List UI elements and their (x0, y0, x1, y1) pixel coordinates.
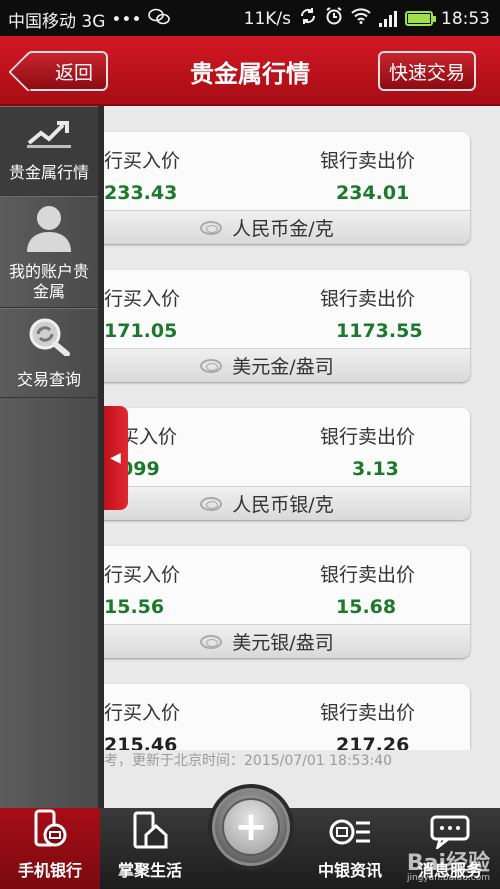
quote-card[interactable]: 行买入价 银行卖出价 15.56 15.68 美元银/盎司 (104, 546, 470, 658)
quick-trade-button[interactable]: 快速交易 (378, 51, 476, 91)
unit-label: 人民币金/克 (232, 218, 334, 240)
network-speed: 11K/s (243, 8, 291, 29)
coin-icon (200, 358, 223, 373)
chevron-left-icon: ◀ (110, 450, 121, 466)
center-add-button[interactable]: + (208, 784, 294, 870)
buy-price-label: 行买入价 (104, 150, 181, 172)
wechat-icon (147, 8, 170, 31)
nav-news[interactable]: 中银资讯 (300, 808, 400, 889)
nav-life[interactable]: 掌聚生活 (100, 808, 200, 889)
mobile-bank-icon (33, 809, 67, 853)
unit-bar: 美元银/盎司 (104, 624, 470, 658)
buy-price-value: 233.43 (104, 182, 178, 204)
sell-price-label: 银行卖出价 (320, 150, 416, 172)
app-header: 返回 贵金属行情 快速交易 (0, 36, 500, 106)
back-button-label: 返回 (54, 61, 93, 84)
user-icon (24, 202, 74, 256)
sell-price-value: 3.13 (352, 458, 399, 480)
quote-card[interactable]: 行买入价 银行卖出价 171.05 1173.55 美元金/盎司 (104, 270, 470, 382)
wifi-icon (351, 8, 371, 29)
sell-price-label: 银行卖出价 (320, 426, 416, 448)
drawer-item-label: 我的账户贵金属 (8, 262, 89, 301)
sell-price-value: 15.68 (336, 596, 397, 618)
unit-bar: 人民币金/克 (104, 210, 470, 244)
status-bar: 中国移动 3G ••• 11K/s 18:53 (0, 0, 500, 36)
sell-price-value: 217.26 (336, 734, 410, 750)
alarm-icon (325, 7, 343, 30)
unit-label: 美元金/盎司 (232, 356, 334, 378)
drawer-item-label: 交易查询 (16, 370, 81, 389)
nav-label: 中银资讯 (317, 861, 382, 880)
drawer-item-label: 贵金属行情 (8, 163, 89, 182)
buy-price-value: 171.05 (104, 320, 178, 342)
drawer-item-trade-query[interactable]: 交易查询 (0, 308, 98, 398)
quote-card[interactable]: 行买入价 银行卖出价 233.43 234.01 人民币金/克 (104, 132, 470, 244)
quote-card[interactable]: 行买入价 银行卖出价 215.46 217.26 (104, 684, 470, 750)
unit-label: 美元银/盎司 (232, 632, 334, 654)
quote-list[interactable]: 行买入价 银行卖出价 233.43 234.01 人民币金/克 行买入价 银行卖… (104, 106, 500, 750)
battery-icon (405, 11, 436, 26)
buy-price-label: 行买入价 (104, 702, 181, 724)
buy-price-label: 买入价 (120, 426, 178, 448)
coin-icon (200, 634, 223, 649)
watermark-logo: Bai经验 jingyan.baidu.com (407, 845, 490, 883)
drawer-toggle-handle[interactable]: ◀ (104, 406, 128, 510)
notification-dots: ••• (111, 9, 142, 30)
buy-price-label: 行买入价 (104, 564, 181, 586)
search-icon (25, 316, 73, 360)
drawer-item-quotes[interactable]: 贵金属行情 (0, 106, 98, 196)
sell-price-value: 1173.55 (336, 320, 423, 342)
sell-price-value: 234.01 (336, 182, 410, 204)
carrier-label: 中国移动 3G (8, 12, 106, 32)
unit-bar: 人民币银/克 (104, 486, 470, 520)
nav-label: 手机银行 (17, 861, 82, 880)
unit-label: 人民币银/克 (232, 494, 334, 516)
coin-icon (200, 220, 223, 235)
update-time-note: 考，更新于北京时间：2015/07/01 18:53:40 (104, 753, 393, 769)
drawer-item-account[interactable]: 我的账户贵金属 (0, 196, 98, 308)
clock-time: 18:53 (441, 8, 490, 29)
trend-chart-icon (27, 119, 71, 153)
coin-icon (200, 496, 223, 511)
nav-label: 掌聚生活 (117, 861, 182, 880)
buy-price-label: 行买入价 (104, 288, 181, 310)
side-drawer: 贵金属行情 我的账户贵金属 交易查询 (0, 106, 104, 808)
buy-price-value: 15.56 (104, 596, 165, 618)
sell-price-label: 银行卖出价 (320, 564, 416, 586)
watermark-url: jingyan.baidu.com (406, 873, 490, 883)
quote-card[interactable]: 买入价 银行卖出价 099 3.13 人民币银/克 (104, 408, 470, 520)
sell-price-label: 银行卖出价 (320, 288, 416, 310)
signal-icon (379, 10, 397, 27)
sync-icon (299, 7, 317, 30)
buy-price-value: 215.46 (104, 734, 178, 750)
unit-bar: 美元金/盎司 (104, 348, 470, 382)
house-icon (132, 811, 168, 853)
news-icon (328, 815, 372, 853)
nav-mobile-bank[interactable]: 手机银行 (0, 808, 100, 889)
sell-price-label: 银行卖出价 (320, 702, 416, 724)
plus-icon: + (222, 798, 280, 856)
